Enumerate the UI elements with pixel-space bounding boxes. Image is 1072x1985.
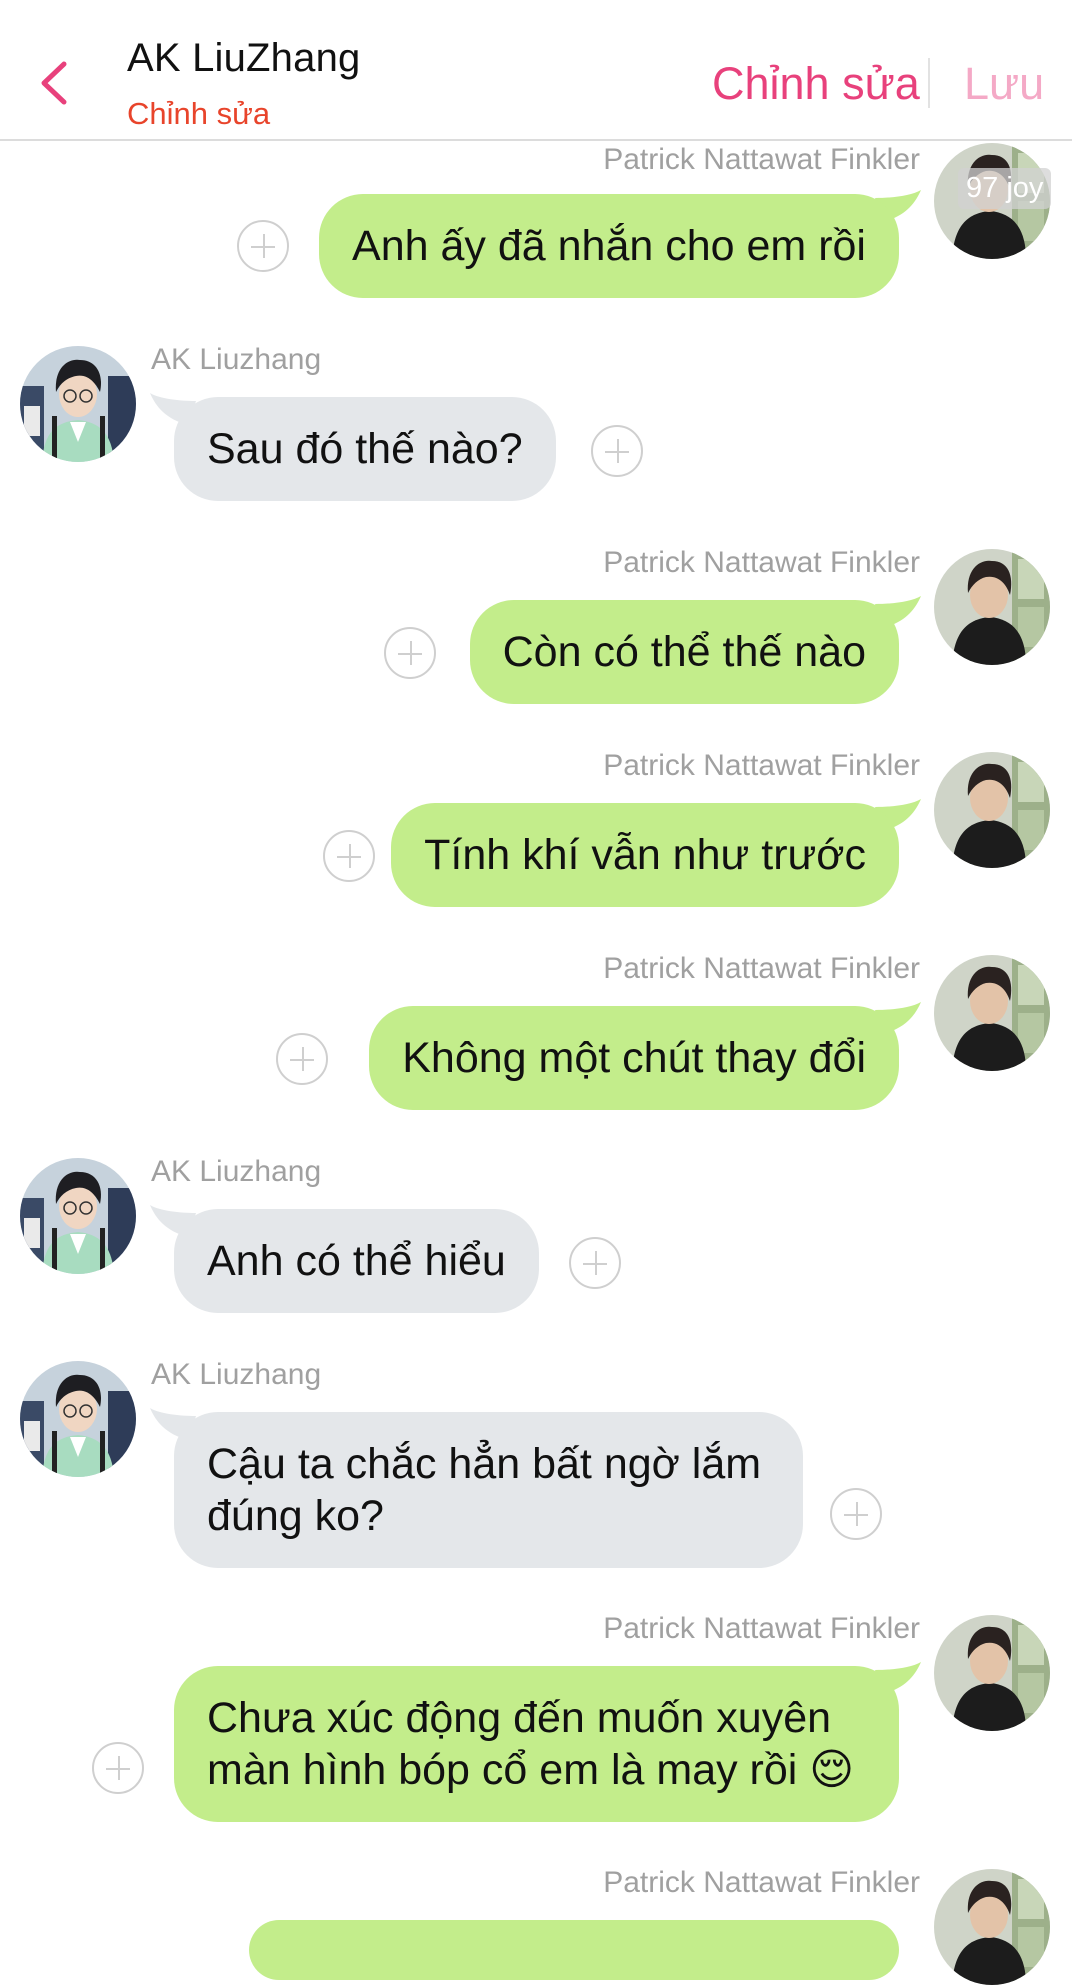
sender-name: Patrick Nattawat Finkler (603, 546, 920, 579)
add-reaction-button[interactable] (569, 1237, 621, 1289)
sender-name: Patrick Nattawat Finkler (603, 749, 920, 782)
watermark: 97 joy (958, 168, 1052, 209)
add-reaction-button[interactable] (384, 627, 436, 679)
sender-avatar[interactable] (20, 1158, 136, 1274)
sender-name: AK Liuzhang (151, 1155, 322, 1188)
message-bubble[interactable]: Không một chút thay đổi (369, 1006, 899, 1110)
edit-button[interactable]: Chỉnh sửa (712, 58, 920, 110)
message-bubble[interactable] (249, 1920, 899, 1980)
message-bubble[interactable]: Anh có thể hiểu (174, 1209, 539, 1313)
sender-avatar[interactable] (934, 1615, 1050, 1731)
sender-name: AK Liuzhang (151, 343, 322, 376)
back-chevron-icon[interactable] (38, 60, 70, 106)
chat-header: AK LiuZhang Chỉnh sửa Chỉnh sửa Lưu (0, 0, 1072, 141)
add-reaction-button[interactable] (237, 220, 289, 272)
message-bubble[interactable]: Anh ấy đã nhắn cho em rồi (319, 194, 899, 298)
sender-name: Patrick Nattawat Finkler (603, 952, 920, 985)
add-reaction-button[interactable] (92, 1742, 144, 1794)
sender-name: AK Liuzhang (151, 1358, 322, 1391)
add-reaction-button[interactable] (323, 830, 375, 882)
sender-avatar[interactable] (20, 1361, 136, 1477)
add-reaction-button[interactable] (591, 425, 643, 477)
add-reaction-button[interactable] (276, 1033, 328, 1085)
sender-name: Patrick Nattawat Finkler (603, 1612, 920, 1645)
chat-subtitle[interactable]: Chỉnh sửa (127, 96, 270, 132)
message-bubble[interactable]: Sau đó thế nào? (174, 397, 556, 501)
sender-name: Patrick Nattawat Finkler (603, 1866, 920, 1899)
sender-avatar[interactable] (934, 549, 1050, 665)
add-reaction-button[interactable] (830, 1488, 882, 1540)
message-bubble[interactable]: Còn có thể thế nào (469, 600, 899, 704)
sender-avatar[interactable] (20, 346, 136, 462)
header-divider (928, 58, 930, 108)
sender-avatar[interactable] (934, 752, 1050, 868)
message-bubble[interactable]: Cậu ta chắc hẳn bất ngờ lắm đúng ko? (174, 1412, 803, 1568)
sender-avatar[interactable] (934, 1869, 1050, 1985)
message-bubble[interactable]: Chưa xúc động đến muốn xuyên màn hình bó… (174, 1666, 899, 1822)
save-button[interactable]: Lưu (964, 58, 1044, 110)
message-bubble[interactable]: Tính khí vẫn như trước (391, 803, 899, 907)
sender-name: Patrick Nattawat Finkler (603, 143, 920, 176)
chat-title: AK LiuZhang (127, 36, 361, 80)
sender-avatar[interactable] (934, 955, 1050, 1071)
